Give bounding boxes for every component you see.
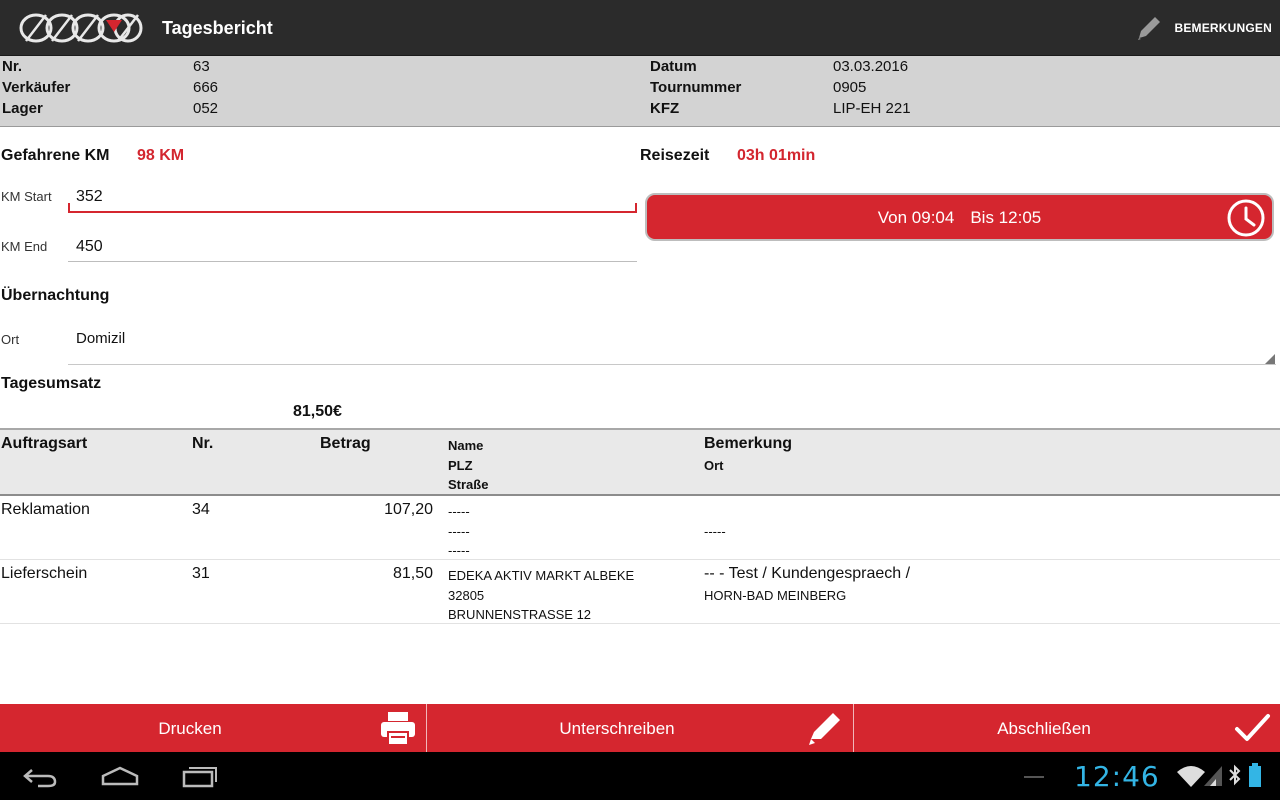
table-row[interactable]: Reklamation 34 107,20 ----- ----- ----- …: [0, 496, 1280, 560]
cell-ort: -----: [704, 524, 726, 539]
dropdown-corner-icon[interactable]: [1265, 354, 1275, 364]
info-tour-label: Tournummer: [650, 79, 742, 96]
cell-amount: 81,50: [392, 565, 433, 582]
km-driven-label: Gefahrene KM: [1, 147, 110, 164]
ort-underline: [68, 364, 1276, 365]
daily-sales-heading: Tagesumsatz: [1, 375, 102, 392]
status-clock: 12:46: [1074, 760, 1160, 793]
bottom-action-bar: Drucken Unterschreiben Abschließen: [0, 704, 1280, 752]
info-seller-value: 666: [193, 79, 219, 96]
cell-ort: HORN-BAD MEINBERG: [704, 588, 847, 603]
printer-icon: [381, 712, 415, 746]
remarks-label: BEMERKUNGEN: [1174, 21, 1272, 35]
col-header-type: Auftragsart: [1, 435, 88, 452]
cell-street: BRUNNENSTRASSE 12: [448, 607, 592, 622]
bluetooth-icon: [1229, 764, 1241, 786]
ort-input[interactable]: Domizil: [76, 330, 125, 347]
signal-icon: [1204, 766, 1222, 786]
travel-time-value: 03h 01min: [737, 147, 816, 164]
clock-icon: [1227, 199, 1265, 237]
cell-type: Reklamation: [1, 501, 90, 518]
km-start-input[interactable]: 352: [76, 188, 103, 206]
col-header-plz: PLZ: [448, 458, 473, 473]
cell-name: -----: [448, 504, 470, 519]
time-range-text: Von 09:04 Bis 12:05: [647, 208, 1272, 228]
info-date-label: Datum: [650, 58, 697, 75]
action-bar: Tagesbericht BEMERKUNGEN: [0, 0, 1280, 56]
notification-dash-icon: [1024, 776, 1044, 778]
km-driven-value: 98 KM: [137, 147, 185, 164]
info-date-value: 03.03.2016: [833, 58, 909, 75]
km-start-label: KM Start: [1, 189, 52, 204]
pencil-icon: [1138, 17, 1161, 40]
info-tour-value: 0905: [833, 79, 867, 96]
cell-plz: 32805: [448, 588, 485, 603]
cell-remark: -- - Test / Kundengespraech /: [704, 565, 911, 582]
sign-button-label: Unterschreiben: [559, 719, 675, 738]
table-header: Auftragsart Nr. Betrag Name PLZ Straße B…: [0, 428, 1280, 496]
time-from: Von 09:04: [877, 208, 955, 227]
info-nr-value: 63: [193, 58, 210, 75]
cell-type: Lieferschein: [1, 565, 88, 582]
km-start-underline-right: [635, 203, 637, 213]
time-range-button[interactable]: Von 09:04 Bis 12:05: [645, 193, 1274, 241]
km-start-underline: [68, 211, 637, 213]
info-storage-value: 052: [193, 100, 219, 117]
brand-logo: [19, 13, 143, 43]
sign-button[interactable]: Unterschreiben: [427, 704, 854, 752]
print-button[interactable]: Drucken: [0, 704, 427, 752]
page-title: Tagesbericht: [162, 18, 273, 38]
info-seller-label: Verkäufer: [2, 79, 71, 96]
cell-name: EDEKA AKTIV MARKT ALBEKE: [448, 568, 635, 583]
cell-nr: 34: [192, 501, 210, 518]
col-header-ort: Ort: [704, 458, 724, 473]
info-storage-label: Lager: [2, 100, 43, 117]
back-icon[interactable]: [20, 762, 60, 790]
table-row[interactable]: Lieferschein 31 81,50 EDEKA AKTIV MARKT …: [0, 560, 1280, 624]
recent-apps-icon[interactable]: [180, 762, 220, 790]
info-vehicle-value: LIP-EH 221: [833, 100, 911, 117]
wifi-icon: [1177, 766, 1205, 787]
daily-sales-value: 81,50€: [293, 403, 342, 420]
km-end-label: KM End: [1, 239, 48, 254]
ort-label: Ort: [1, 332, 20, 347]
finish-button-label: Abschließen: [997, 719, 1091, 738]
km-end-input[interactable]: 450: [76, 238, 103, 256]
home-icon[interactable]: [100, 762, 140, 790]
col-header-remark: Bemerkung: [704, 435, 793, 452]
km-start-underline-left: [68, 203, 70, 213]
col-header-name: Name: [448, 438, 484, 453]
col-header-street: Straße: [448, 477, 489, 492]
col-header-nr: Nr.: [192, 435, 214, 452]
pencil-icon: [809, 713, 840, 745]
info-vehicle-label: KFZ: [650, 100, 680, 117]
battery-icon: [1249, 763, 1261, 787]
header-info-panel: Nr. 63 Verkäufer 666 Lager 052 Datum 03.…: [0, 56, 1280, 127]
remarks-button[interactable]: BEMERKUNGEN: [1134, 12, 1272, 44]
info-nr-label: Nr.: [2, 58, 23, 75]
col-header-amount: Betrag: [320, 435, 371, 452]
time-to: Bis 12:05: [970, 208, 1042, 227]
print-button-label: Drucken: [158, 719, 222, 738]
overnight-heading: Übernachtung: [1, 287, 110, 304]
checkmark-icon: [1235, 714, 1270, 741]
cell-plz: -----: [448, 524, 470, 539]
cell-nr: 31: [192, 565, 210, 582]
cell-amount: 107,20: [384, 501, 433, 518]
travel-time-label: Reisezeit: [640, 147, 710, 164]
finish-button[interactable]: Abschließen: [854, 704, 1280, 752]
km-end-underline: [68, 261, 637, 262]
cell-street: -----: [448, 543, 470, 558]
